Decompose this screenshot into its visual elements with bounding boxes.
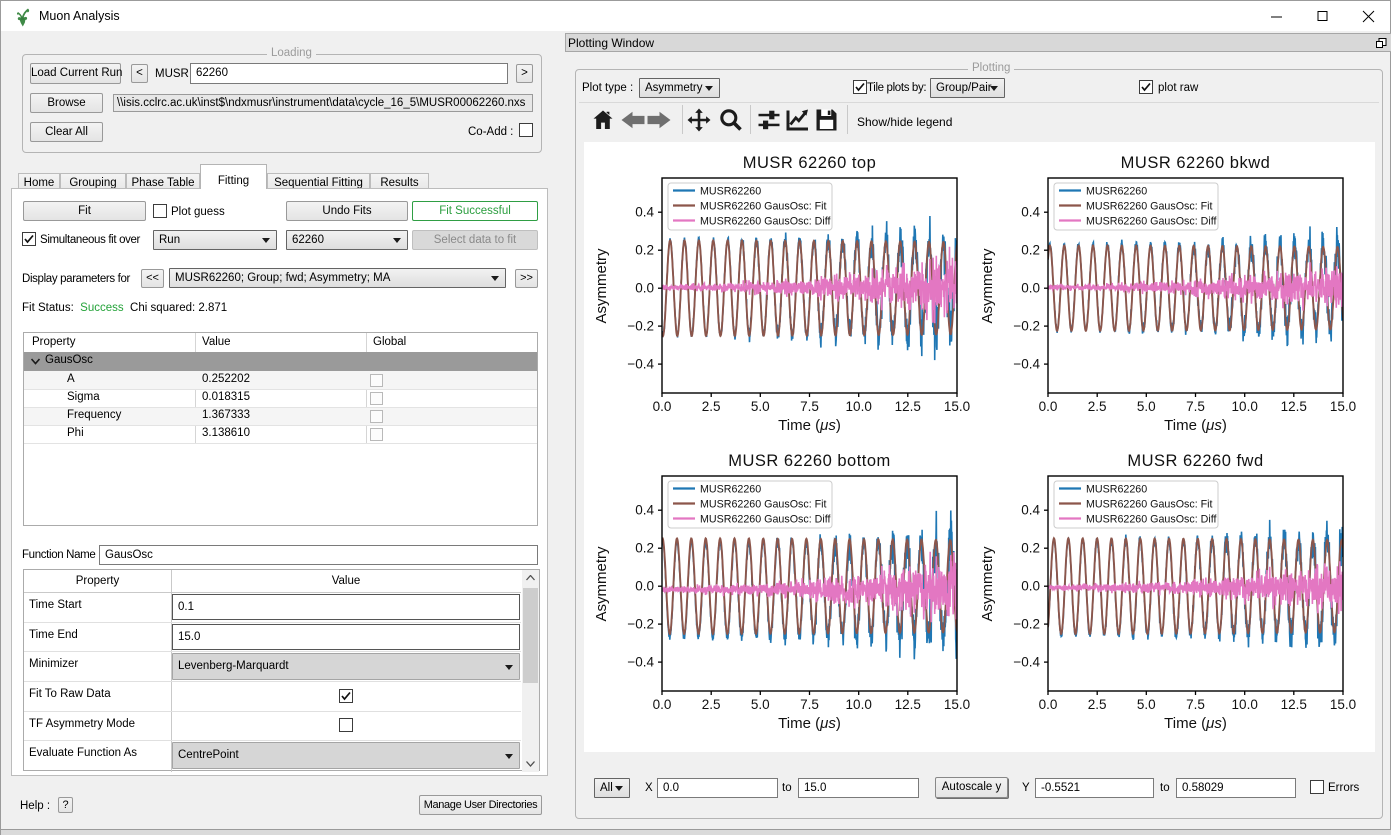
svg-text:MUSR62260: MUSR62260 bbox=[1086, 484, 1147, 496]
svg-text:0.0: 0.0 bbox=[635, 579, 654, 594]
svg-text:7.5: 7.5 bbox=[800, 697, 819, 712]
svg-text:0.2: 0.2 bbox=[635, 243, 654, 258]
svg-text:Asymmetry: Asymmetry bbox=[593, 546, 610, 622]
svg-text:2.5: 2.5 bbox=[702, 697, 721, 712]
svg-text:15.0: 15.0 bbox=[1330, 399, 1356, 414]
svg-text:15.0: 15.0 bbox=[1330, 697, 1356, 712]
svg-text:0.4: 0.4 bbox=[635, 503, 654, 518]
svg-text:−0.4: −0.4 bbox=[1013, 655, 1040, 670]
svg-text:12.5: 12.5 bbox=[895, 697, 921, 712]
svg-text:2.5: 2.5 bbox=[1088, 697, 1107, 712]
svg-text:7.5: 7.5 bbox=[1186, 697, 1205, 712]
svg-text:MUSR62260: MUSR62260 bbox=[700, 186, 761, 198]
svg-text:0.4: 0.4 bbox=[1021, 503, 1040, 518]
svg-text:10.0: 10.0 bbox=[1232, 697, 1258, 712]
svg-text:−0.4: −0.4 bbox=[1013, 357, 1040, 372]
svg-text:0.2: 0.2 bbox=[1021, 541, 1040, 556]
svg-text:0.0: 0.0 bbox=[653, 697, 672, 712]
svg-text:MUSR 62260 bottom: MUSR 62260 bottom bbox=[728, 452, 891, 470]
svg-text:0.0: 0.0 bbox=[1039, 399, 1058, 414]
svg-text:MUSR62260 GausOsc: Diff: MUSR62260 GausOsc: Diff bbox=[1086, 216, 1217, 228]
svg-text:MUSR62260 GausOsc: Diff: MUSR62260 GausOsc: Diff bbox=[700, 514, 831, 526]
svg-text:MUSR 62260 fwd: MUSR 62260 fwd bbox=[1127, 452, 1263, 470]
svg-text:MUSR62260 GausOsc: Fit: MUSR62260 GausOsc: Fit bbox=[700, 201, 827, 213]
svg-text:0.4: 0.4 bbox=[635, 205, 654, 220]
svg-text:10.0: 10.0 bbox=[1232, 399, 1258, 414]
svg-text:0.2: 0.2 bbox=[1021, 243, 1040, 258]
svg-text:0.0: 0.0 bbox=[653, 399, 672, 414]
svg-text:MUSR62260 GausOsc: Diff: MUSR62260 GausOsc: Diff bbox=[700, 216, 831, 228]
svg-text:MUSR62260: MUSR62260 bbox=[1086, 186, 1147, 198]
svg-text:0.0: 0.0 bbox=[1021, 281, 1040, 296]
svg-text:10.0: 10.0 bbox=[846, 399, 872, 414]
svg-text:5.0: 5.0 bbox=[1137, 697, 1156, 712]
svg-text:−0.2: −0.2 bbox=[627, 319, 654, 334]
svg-text:Time (μs): Time (μs) bbox=[778, 417, 841, 434]
svg-text:Asymmetry: Asymmetry bbox=[979, 546, 996, 622]
svg-text:0.4: 0.4 bbox=[1021, 205, 1040, 220]
svg-text:5.0: 5.0 bbox=[751, 697, 770, 712]
svg-text:Time (μs): Time (μs) bbox=[1164, 417, 1227, 434]
svg-text:12.5: 12.5 bbox=[1281, 399, 1307, 414]
svg-text:0.0: 0.0 bbox=[1039, 697, 1058, 712]
svg-text:Time (μs): Time (μs) bbox=[1164, 715, 1227, 732]
svg-text:0.0: 0.0 bbox=[635, 281, 654, 296]
svg-text:2.5: 2.5 bbox=[1088, 399, 1107, 414]
svg-text:MUSR 62260 bkwd: MUSR 62260 bkwd bbox=[1121, 154, 1271, 172]
svg-text:Time (μs): Time (μs) bbox=[778, 715, 841, 732]
svg-text:0.0: 0.0 bbox=[1021, 579, 1040, 594]
svg-text:−0.4: −0.4 bbox=[627, 655, 654, 670]
svg-text:12.5: 12.5 bbox=[1281, 697, 1307, 712]
svg-text:10.0: 10.0 bbox=[846, 697, 872, 712]
svg-text:Asymmetry: Asymmetry bbox=[979, 248, 996, 324]
svg-text:15.0: 15.0 bbox=[944, 399, 970, 414]
svg-text:−0.2: −0.2 bbox=[1013, 319, 1040, 334]
svg-text:MUSR62260 GausOsc: Fit: MUSR62260 GausOsc: Fit bbox=[1086, 499, 1213, 511]
svg-text:MUSR62260: MUSR62260 bbox=[700, 484, 761, 496]
svg-text:0.2: 0.2 bbox=[635, 541, 654, 556]
svg-text:5.0: 5.0 bbox=[1137, 399, 1156, 414]
svg-text:7.5: 7.5 bbox=[1186, 399, 1205, 414]
svg-text:−0.2: −0.2 bbox=[1013, 617, 1040, 632]
svg-text:7.5: 7.5 bbox=[800, 399, 819, 414]
svg-text:2.5: 2.5 bbox=[702, 399, 721, 414]
svg-text:5.0: 5.0 bbox=[751, 399, 770, 414]
svg-text:12.5: 12.5 bbox=[895, 399, 921, 414]
svg-text:Asymmetry: Asymmetry bbox=[593, 248, 610, 324]
svg-text:MUSR62260 GausOsc: Fit: MUSR62260 GausOsc: Fit bbox=[700, 499, 827, 511]
svg-text:−0.2: −0.2 bbox=[627, 617, 654, 632]
svg-text:15.0: 15.0 bbox=[944, 697, 970, 712]
svg-text:−0.4: −0.4 bbox=[627, 357, 654, 372]
svg-text:MUSR62260 GausOsc: Diff: MUSR62260 GausOsc: Diff bbox=[1086, 514, 1217, 526]
svg-text:MUSR 62260 top: MUSR 62260 top bbox=[743, 154, 877, 172]
svg-text:MUSR62260 GausOsc: Fit: MUSR62260 GausOsc: Fit bbox=[1086, 201, 1213, 213]
